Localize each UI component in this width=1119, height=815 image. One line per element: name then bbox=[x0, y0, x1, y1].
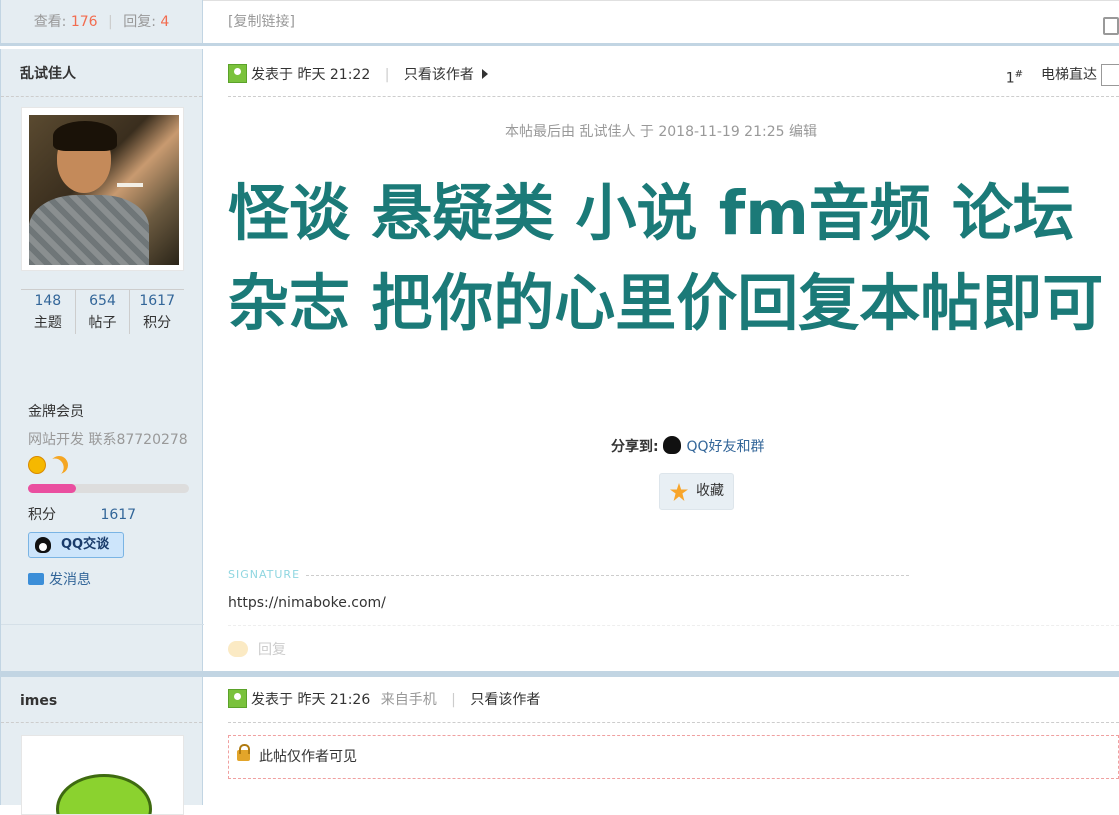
mail-icon bbox=[28, 573, 44, 585]
stat-points[interactable]: 1617 积分 bbox=[130, 290, 184, 334]
jump-to-floor-input[interactable] bbox=[1101, 64, 1119, 86]
stat-label: 主题 bbox=[33, 315, 62, 331]
avatar-cigarette-shape bbox=[117, 183, 143, 187]
reply-bubble-icon bbox=[228, 641, 248, 657]
only-author-link[interactable]: 只看该作者 bbox=[404, 67, 474, 83]
score-label: 积分 bbox=[28, 507, 56, 523]
posted-from: 来自手机 bbox=[380, 692, 437, 708]
copy-link-button[interactable]: [复制链接] bbox=[228, 14, 295, 30]
author-stats: 148 主题 654 帖子 1617 积分 bbox=[21, 289, 184, 334]
reply-button[interactable]: 回复 bbox=[228, 639, 286, 659]
avatar-hair-shape bbox=[53, 121, 117, 151]
edit-note: 本帖最后由 乱试佳人 于 2018-11-19 21:25 编辑 bbox=[505, 124, 817, 140]
thread-stats-bar: 查看: 176 | 回复: 4 bbox=[0, 0, 203, 46]
only-author-link[interactable]: 只看该作者 bbox=[470, 692, 540, 708]
jump-to-floor-label: 电梯直达 bbox=[1041, 67, 1097, 83]
stat-value: 654 bbox=[89, 293, 116, 309]
author-name[interactable]: 乱试佳人 bbox=[1, 49, 202, 97]
qq-penguin-icon bbox=[663, 436, 682, 454]
stat-value: 1617 bbox=[139, 293, 175, 309]
post1-content: 发表于 昨天 21:22 | 只看该作者 1# 电梯直达 本帖最后由 乱试佳人 … bbox=[203, 49, 1119, 671]
avatar[interactable] bbox=[21, 107, 184, 271]
avatar-body-shape bbox=[29, 195, 149, 265]
views-count: 176 bbox=[70, 14, 98, 30]
floor-mark: # bbox=[1014, 69, 1023, 80]
favorite-label: 收藏 bbox=[696, 483, 724, 499]
level-progress-fill bbox=[28, 484, 77, 493]
post2-header: 发表于 昨天 21:26 来自手机 | 只看该作者 bbox=[228, 689, 1119, 723]
print-icon[interactable] bbox=[1103, 17, 1119, 35]
forum-thread-page: 查看: 176 | 回复: 4 [复制链接] 乱试佳人 148 主题 654 帖… bbox=[0, 0, 1119, 815]
share-qq-label: QQ好友和群 bbox=[686, 439, 765, 455]
send-message-link[interactable]: 发消息 bbox=[28, 569, 91, 589]
stat-topics[interactable]: 148 主题 bbox=[21, 290, 76, 334]
score-row: 积分 1617 bbox=[28, 504, 136, 524]
signature-divider bbox=[306, 575, 909, 576]
custom-title: 网站开发 联系87720278 bbox=[28, 432, 188, 448]
signature-link[interactable]: https://nimaboke.com/ bbox=[228, 595, 386, 611]
posted-time: 昨天 21:26 bbox=[297, 692, 371, 708]
posted-time: 昨天 21:22 bbox=[297, 67, 371, 83]
member-rank[interactable]: 金牌会员 bbox=[28, 401, 84, 421]
locked-text: 此帖仅作者可见 bbox=[259, 749, 357, 765]
post2-content: 发表于 昨天 21:26 来自手机 | 只看该作者 此帖仅作者可见 bbox=[203, 677, 1119, 805]
views-label: 查看: bbox=[33, 14, 67, 30]
stat-value: 148 bbox=[34, 293, 62, 309]
share-label: 分享到: bbox=[611, 439, 659, 455]
send-message-label: 发消息 bbox=[49, 572, 91, 588]
reply-divider bbox=[228, 625, 1119, 626]
lock-icon bbox=[237, 744, 250, 761]
post-body-title: 怪谈 悬疑类 小说 fm音频 论坛 杂志 把你的心里价回复本帖即可 bbox=[228, 178, 1104, 339]
stat-posts[interactable]: 654 帖子 bbox=[76, 290, 131, 334]
smiley-level-icon bbox=[28, 456, 46, 474]
post1-header: 发表于 昨天 21:22 | 只看该作者 1# 电梯直达 bbox=[228, 64, 1119, 97]
moon-level-icon bbox=[47, 453, 72, 478]
post2-author-sidebar: imes bbox=[0, 677, 203, 815]
share-row: 分享到: QQ好友和群 bbox=[611, 436, 765, 456]
sidebar-divider bbox=[1, 624, 204, 625]
signature-label: SIGNATURE bbox=[228, 568, 301, 581]
floor-value: 1 bbox=[1005, 70, 1015, 87]
share-qq-link[interactable]: QQ好友和群 bbox=[663, 436, 765, 455]
replies-count: 4 bbox=[160, 14, 170, 30]
replies-label: 回复: bbox=[123, 14, 156, 30]
online-user-icon bbox=[228, 689, 247, 708]
online-user-icon bbox=[228, 64, 247, 83]
author-name[interactable]: imes bbox=[1, 677, 202, 723]
stats-separator: | bbox=[108, 14, 113, 30]
qq-penguin-icon bbox=[35, 537, 51, 553]
posted-prefix: 发表于 bbox=[251, 692, 293, 708]
post1-author-sidebar: 乱试佳人 148 主题 654 帖子 1617 积分 金牌会员 网站开发 联系8… bbox=[0, 49, 204, 671]
green-monster-avatar-shape bbox=[56, 774, 152, 814]
favorite-button[interactable]: 收藏 bbox=[659, 473, 734, 510]
avatar-photo bbox=[29, 115, 179, 265]
level-progress-bar bbox=[28, 484, 189, 493]
posted-prefix: 发表于 bbox=[251, 67, 293, 83]
play-arrow-icon[interactable] bbox=[481, 69, 488, 79]
header-divider: | bbox=[451, 692, 456, 708]
stat-label: 帖子 bbox=[88, 315, 117, 331]
stat-label: 积分 bbox=[143, 315, 172, 331]
header-divider: | bbox=[384, 67, 390, 83]
reply-label: 回复 bbox=[258, 642, 286, 658]
score-value: 1617 bbox=[100, 507, 137, 523]
avatar[interactable] bbox=[21, 735, 184, 815]
locked-notice: 此帖仅作者可见 bbox=[228, 735, 1119, 779]
qq-chat-label: QQ交谈 bbox=[61, 537, 110, 552]
star-icon bbox=[670, 483, 688, 501]
floor-number[interactable]: 1# bbox=[1006, 64, 1023, 90]
qq-chat-button[interactable]: QQ交谈 bbox=[28, 532, 124, 558]
thread-toolbar: [复制链接] bbox=[203, 0, 1119, 46]
